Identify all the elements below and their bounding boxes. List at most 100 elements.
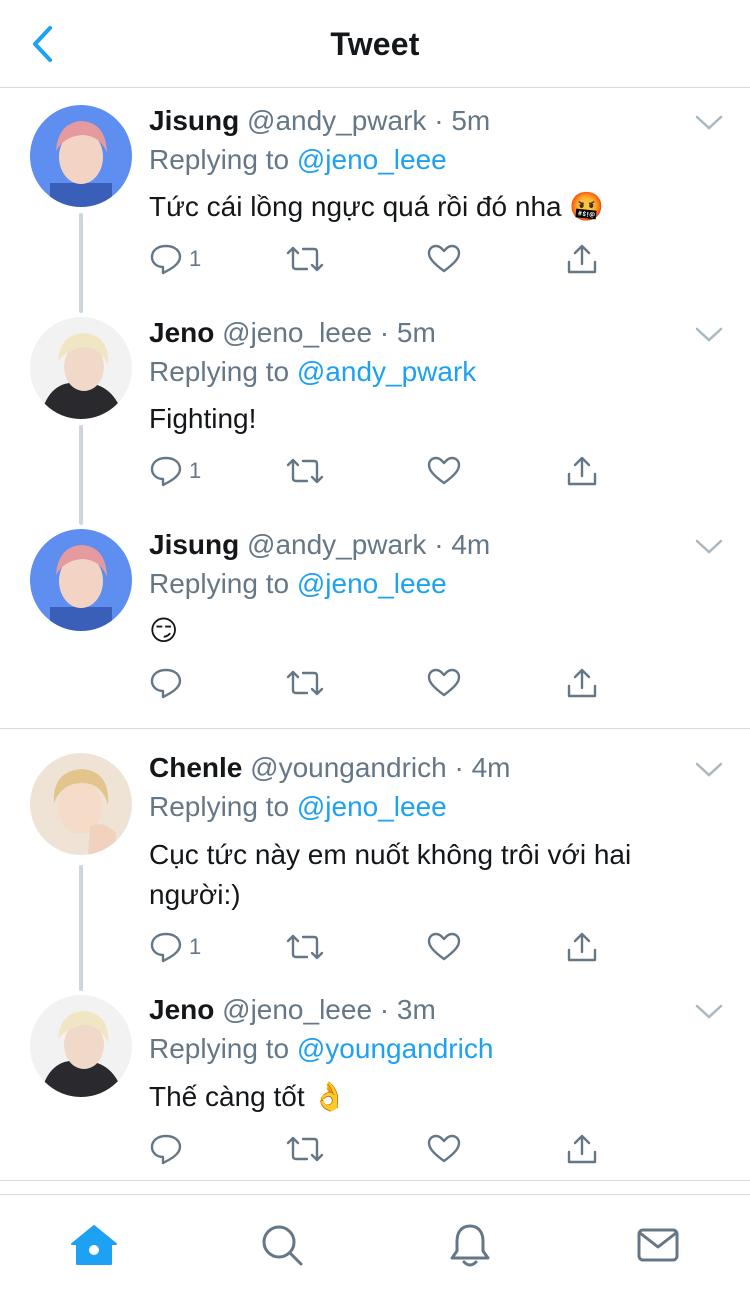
top-nav-bar: Tweet: [0, 0, 750, 88]
replying-to-label: Replying to: [149, 568, 297, 599]
tweet-header: Jisung @andy_pwark · 4m: [149, 528, 490, 562]
reply-button[interactable]: 1: [149, 927, 201, 967]
tweet-text: Thế càng tốt 👌: [149, 1081, 348, 1112]
retweet-button[interactable]: [285, 1129, 325, 1169]
username: @andy_pwark: [247, 529, 427, 560]
avatar[interactable]: [30, 105, 132, 207]
bottom-tab-bar: [0, 1194, 750, 1294]
display-name[interactable]: Jisung: [149, 105, 239, 136]
like-button[interactable]: [427, 1129, 461, 1169]
retweet-button[interactable]: [285, 927, 325, 967]
reply-icon: [150, 244, 182, 275]
separator-dot: ·: [454, 752, 464, 783]
display-name[interactable]: Chenle: [149, 752, 242, 783]
retweet-icon: [286, 670, 324, 696]
avatar[interactable]: [30, 753, 132, 855]
avatar[interactable]: [30, 529, 132, 631]
share-button[interactable]: [565, 239, 599, 279]
thread-line: [79, 979, 83, 991]
share-icon: [567, 1134, 597, 1164]
mention-link[interactable]: @youngandrich: [297, 1033, 494, 1064]
like-button[interactable]: [427, 927, 461, 967]
replying-to: Replying to @andy_pwark: [149, 355, 476, 389]
share-button[interactable]: [565, 663, 599, 703]
username: @jeno_leee: [222, 994, 373, 1025]
home-icon: [71, 1225, 117, 1265]
heart-icon: [427, 1134, 461, 1163]
thread-line: [79, 513, 83, 525]
reply-button[interactable]: 1: [149, 239, 201, 279]
reply-count: 1: [189, 934, 202, 959]
reply-button[interactable]: [149, 663, 189, 703]
chevron-down-icon[interactable]: [694, 1002, 724, 1022]
tweet-header: Jisung @andy_pwark · 5m: [149, 104, 490, 138]
username: @youngandrich: [250, 752, 447, 783]
replying-to: Replying to @jeno_leee: [149, 143, 447, 177]
timestamp: 4m: [471, 752, 511, 783]
share-icon: [567, 244, 597, 274]
reply-count: 1: [189, 458, 202, 483]
like-button[interactable]: [427, 451, 461, 491]
display-name[interactable]: Jeno: [149, 994, 214, 1025]
tab-notifications[interactable]: [444, 1219, 496, 1271]
tweet[interactable]: Chenle @youngandrich · 4m Replying to @j…: [0, 729, 750, 985]
retweet-icon: [286, 1136, 324, 1162]
retweet-button[interactable]: [285, 239, 325, 279]
tweet-text: Tức cái lồng ngực quá rồi đó nha 🤬: [149, 191, 605, 222]
display-name[interactable]: Jisung: [149, 529, 239, 560]
tab-messages[interactable]: [632, 1219, 684, 1271]
retweet-button[interactable]: [285, 663, 325, 703]
mention-link[interactable]: @andy_pwark: [297, 356, 476, 387]
retweet-icon: [286, 246, 324, 272]
heart-icon: [427, 932, 461, 961]
replying-to: Replying to @jeno_leee: [149, 567, 447, 601]
heart-icon: [427, 244, 461, 273]
chevron-down-icon[interactable]: [694, 325, 724, 345]
like-button[interactable]: [427, 239, 461, 279]
reply-icon: [150, 1134, 182, 1165]
separator-dot: ·: [379, 317, 390, 348]
tweet[interactable]: Jisung @andy_pwark · 5m Replying to @jen…: [0, 89, 750, 309]
mention-link[interactable]: @jeno_leee: [297, 144, 447, 175]
feed-end-divider: [0, 1180, 750, 1181]
share-button[interactable]: [565, 927, 599, 967]
mention-link[interactable]: @jeno_leee: [297, 791, 447, 822]
thread-line: [79, 425, 83, 521]
separator-dot: ·: [379, 994, 390, 1025]
tweet[interactable]: Jeno @jeno_leee · 5m Replying to @andy_p…: [0, 301, 750, 521]
tab-home[interactable]: [68, 1219, 120, 1271]
tweet-actions: 1: [149, 239, 629, 279]
chevron-down-icon[interactable]: [694, 760, 724, 780]
tweet-actions: 1: [149, 451, 629, 491]
replying-to-label: Replying to: [149, 144, 297, 175]
share-button[interactable]: [565, 1129, 599, 1169]
conversation-feed: Jisung @andy_pwark · 5m Replying to @jen…: [0, 89, 750, 1191]
share-button[interactable]: [565, 451, 599, 491]
retweet-button[interactable]: [285, 451, 325, 491]
reply-button[interactable]: 1: [149, 451, 201, 491]
replying-to-label: Replying to: [149, 356, 297, 387]
username: @jeno_leee: [222, 317, 373, 348]
mail-icon: [637, 1228, 679, 1262]
reply-count: 1: [189, 246, 202, 271]
tab-search[interactable]: [256, 1219, 308, 1271]
reply-icon: [150, 456, 182, 487]
tweet-header: Jeno @jeno_leee · 3m: [149, 993, 436, 1027]
tweet-text: Cục tức này em nuốt không trôi với hai n…: [149, 839, 632, 910]
timestamp: 3m: [396, 994, 436, 1025]
tweet[interactable]: Jisung @andy_pwark · 4m Replying to @jen…: [0, 513, 750, 729]
separator-dot: ·: [434, 529, 444, 560]
tweet[interactable]: Jeno @jeno_leee · 3m Replying to @younga…: [0, 979, 750, 1191]
heart-icon: [427, 668, 461, 697]
chevron-down-icon[interactable]: [694, 537, 724, 557]
display-name[interactable]: Jeno: [149, 317, 214, 348]
like-button[interactable]: [427, 663, 461, 703]
avatar[interactable]: [30, 995, 132, 1097]
reply-button[interactable]: [149, 1129, 189, 1169]
replying-to: Replying to @jeno_leee: [149, 790, 447, 824]
chevron-down-icon[interactable]: [694, 113, 724, 133]
avatar[interactable]: [30, 317, 132, 419]
tweet-text: Fighting!: [149, 403, 257, 434]
share-icon: [567, 668, 597, 698]
mention-link[interactable]: @jeno_leee: [297, 568, 447, 599]
